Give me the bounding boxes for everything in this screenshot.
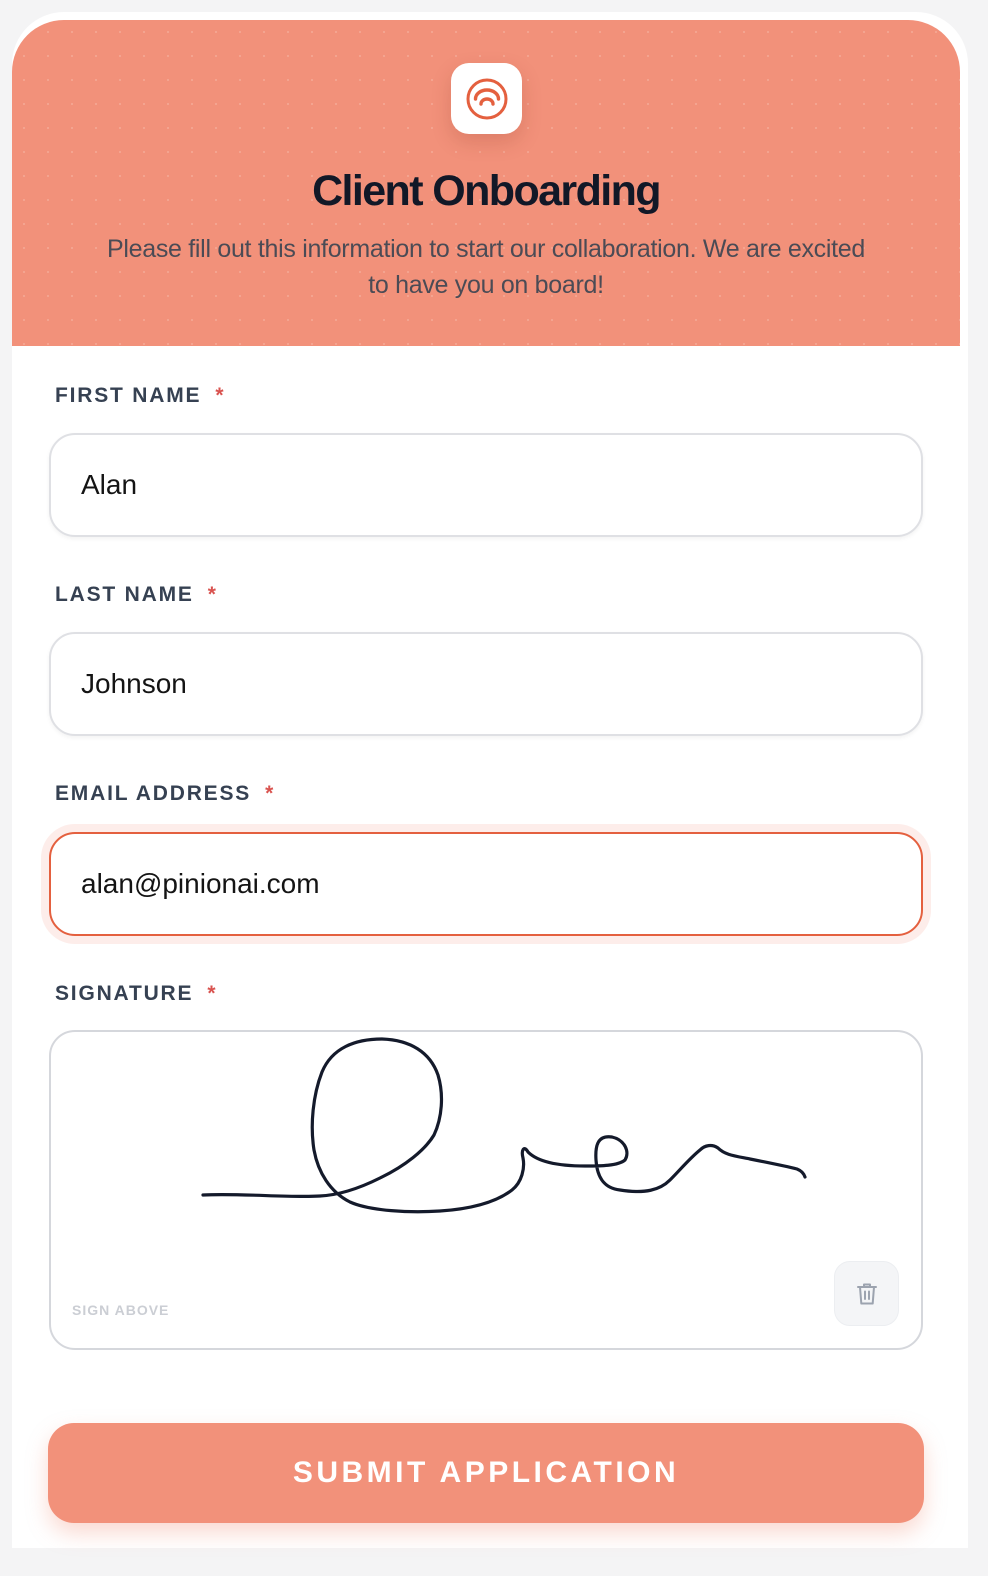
clear-signature-button[interactable] — [834, 1261, 899, 1326]
submit-button[interactable]: SUBMIT APPLICATION — [48, 1423, 924, 1523]
signature-drawing — [201, 1037, 807, 1214]
signature-hint: SIGN ABOVE — [72, 1302, 170, 1318]
trash-icon — [856, 1283, 877, 1304]
